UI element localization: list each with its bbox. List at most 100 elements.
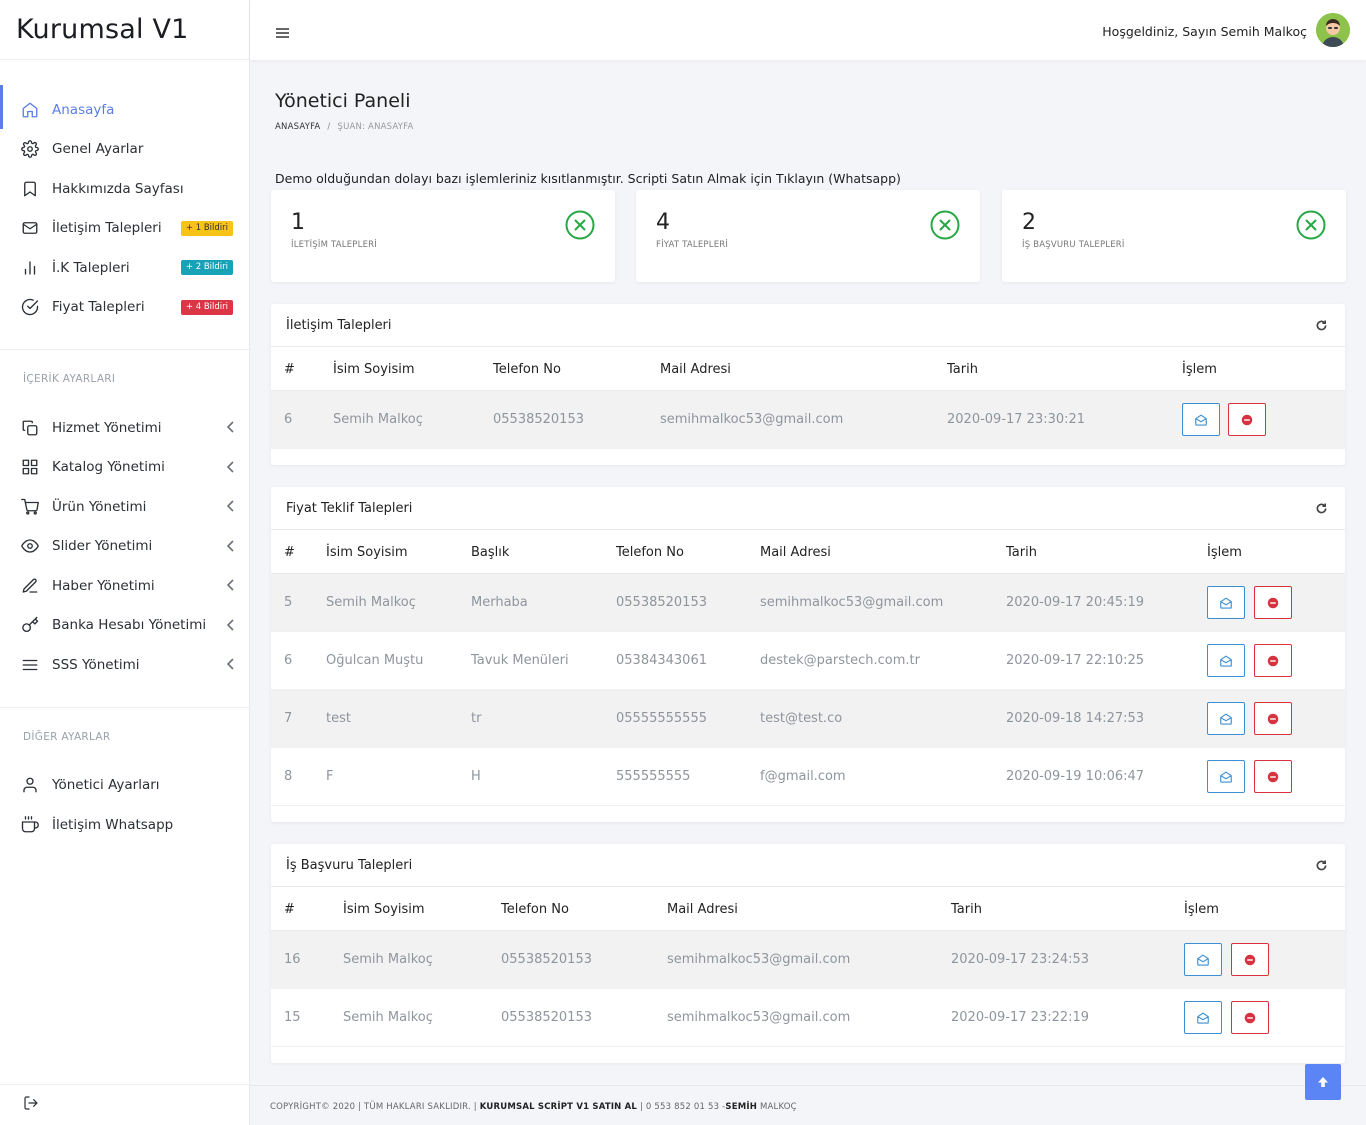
table-cell: F [326, 769, 334, 784]
section-title: DİĞER AYARLAR [23, 730, 111, 743]
welcome-text: Hoşgeldiniz, Sayın Semih Malkoç [1102, 24, 1307, 39]
copy-icon [21, 419, 39, 437]
eye-icon [21, 537, 39, 555]
table-row: 5 Semih Malkoç Merhaba 05538520153 semih… [271, 574, 1345, 632]
sidebar-item-label: Katalog Yönetimi [52, 459, 165, 476]
stat-label: İLETİŞİM TALEPLERİ [291, 240, 377, 250]
view-button[interactable] [1207, 586, 1245, 619]
footer-copyright: COPYRİGHT© 2020 | TÜM HAKLARI SAKLIDIR. … [270, 1102, 480, 1112]
sidebar-item-whatsapp[interactable]: İletişim Whatsapp [0, 805, 249, 845]
view-button[interactable] [1207, 702, 1245, 735]
minus-circle-icon [1241, 414, 1253, 425]
user-icon [21, 776, 39, 794]
sidebar-item-slider[interactable]: Slider Yönetimi [0, 527, 249, 567]
sidebar-other-nav: Yönetici Ayarları İletişim Whatsapp [0, 766, 249, 845]
sidebar-item-yonetici[interactable]: Yönetici Ayarları [0, 766, 249, 806]
envelope-open-icon [1197, 954, 1209, 966]
column-header: Telefon No [493, 362, 561, 377]
table-cell: Oğulcan Muştu [326, 653, 424, 668]
sidebar-item-label: Ürün Yönetimi [52, 498, 147, 515]
chevron-left-icon [226, 658, 235, 670]
table-cell: 8 [284, 769, 293, 784]
sidebar-item-sss[interactable]: SSS Yönetimi [0, 645, 249, 685]
view-button[interactable] [1184, 1001, 1222, 1034]
gear-icon [21, 140, 39, 159]
table-cell: Semih Malkoç [333, 412, 423, 427]
minus-circle-icon [1267, 771, 1279, 782]
card-title: Fiyat Teklif Talepleri [286, 500, 413, 516]
minus-circle-icon [1267, 597, 1279, 608]
table-cell: 555555555 [616, 769, 691, 784]
sidebar-item-anasayfa[interactable]: Anasayfa [0, 85, 249, 130]
sidebar-item-label: İletişim Talepleri [52, 220, 162, 237]
table-header: # İsim Soyisim Telefon No Mail Adresi Ta… [271, 347, 1345, 391]
column-header: # [284, 362, 295, 377]
minus-circle-icon [1244, 1012, 1256, 1023]
sidebar-item-urun[interactable]: Ürün Yönetimi [0, 487, 249, 527]
logout-button[interactable] [0, 1084, 249, 1125]
demo-notice-link[interactable]: Demo olduğundan dolayı bazı işlemleriniz… [275, 171, 901, 186]
envelope-open-icon [1220, 597, 1232, 609]
hamburger-menu-icon[interactable] [276, 24, 289, 38]
table-row: 16 Semih Malkoç 05538520153 semihmalkoc5… [271, 931, 1345, 989]
column-header: Mail Adresi [660, 362, 731, 377]
x-circle-icon [1296, 210, 1326, 240]
footer-buy-link[interactable]: KURUMSAL SCRİPT V1 SATIN AL [480, 1102, 637, 1112]
column-header: Tarih [1006, 545, 1037, 560]
delete-button[interactable] [1254, 586, 1292, 619]
sidebar-item-fiyat-talepleri[interactable]: Fiyat Talepleri + 4 Bildiri [0, 288, 249, 328]
envelope-open-icon [1220, 771, 1232, 783]
table-cell: 05538520153 [493, 412, 584, 427]
sidebar-item-label: SSS Yönetimi [52, 656, 140, 673]
breadcrumb: ANASAYFA / ŞUAN: ANASAYFA [275, 122, 413, 132]
table-cell: test@test.co [760, 711, 843, 726]
table-cell: semihmalkoc53@gmail.com [660, 412, 844, 427]
topbar: Hoşgeldiniz, Sayın Semih Malkoç [250, 0, 1366, 60]
check-circle-icon [21, 298, 39, 316]
delete-button[interactable] [1231, 1001, 1269, 1034]
refresh-icon[interactable] [1316, 503, 1327, 514]
table-cell: 2020-09-17 22:10:25 [1006, 653, 1145, 668]
logout-icon [23, 1095, 39, 1115]
sidebar-item-label: Yönetici Ayarları [52, 777, 160, 794]
scroll-to-top-button[interactable] [1305, 1064, 1341, 1100]
sidebar-item-hakkimizda[interactable]: Hakkımızda Sayfası [0, 169, 249, 209]
sidebar-item-haber[interactable]: Haber Yönetimi [0, 566, 249, 606]
sidebar-item-hizmet[interactable]: Hizmet Yönetimi [0, 408, 249, 448]
sidebar-item-genel-ayarlar[interactable]: Genel Ayarlar [0, 130, 249, 170]
view-button[interactable] [1184, 943, 1222, 976]
envelope-open-icon [1220, 655, 1232, 667]
refresh-icon[interactable] [1316, 320, 1327, 331]
sidebar-item-label: İletişim Whatsapp [52, 816, 174, 833]
sidebar-item-iletisim-talepleri[interactable]: İletişim Talepleri + 1 Bildiri [0, 209, 249, 249]
section-title: İÇERİK AYARLARI [23, 373, 116, 385]
footer-phone: | 0 553 852 01 53 - [637, 1102, 726, 1112]
avatar[interactable] [1316, 13, 1350, 47]
card-header: Fiyat Teklif Talepleri [271, 487, 1345, 530]
table-header: # İsim Soyisim Telefon No Mail Adresi Ta… [271, 887, 1345, 931]
breadcrumb-home[interactable]: ANASAYFA [275, 122, 320, 132]
sidebar-item-katalog[interactable]: Katalog Yönetimi [0, 448, 249, 488]
delete-button[interactable] [1231, 943, 1269, 976]
stat-value: 2 [1022, 210, 1036, 235]
table-cell: Tavuk Menüleri [471, 653, 569, 668]
view-button[interactable] [1182, 403, 1220, 436]
menu-icon [21, 656, 39, 674]
refresh-icon[interactable] [1316, 860, 1327, 871]
home-icon [21, 101, 39, 119]
view-button[interactable] [1207, 760, 1245, 793]
brand-logo[interactable]: Kurumsal V1 [0, 0, 249, 60]
sidebar-item-banka[interactable]: Banka Hesabı Yönetimi [0, 606, 249, 646]
delete-button[interactable] [1254, 644, 1292, 677]
delete-button[interactable] [1254, 760, 1292, 793]
delete-button[interactable] [1228, 403, 1266, 436]
page-title: Yönetici Paneli [275, 90, 411, 112]
view-button[interactable] [1207, 644, 1245, 677]
sidebar-item-ik-talepleri[interactable]: İ.K Talepleri + 2 Bildiri [0, 248, 249, 288]
table-cell: 7 [284, 711, 293, 726]
stat-label: FİYAT TALEPLERİ [656, 240, 729, 250]
table-cell: 05538520153 [616, 595, 707, 610]
table-cell: destek@parstech.com.tr [760, 653, 920, 668]
bar-chart-icon [21, 259, 39, 277]
delete-button[interactable] [1254, 702, 1292, 735]
